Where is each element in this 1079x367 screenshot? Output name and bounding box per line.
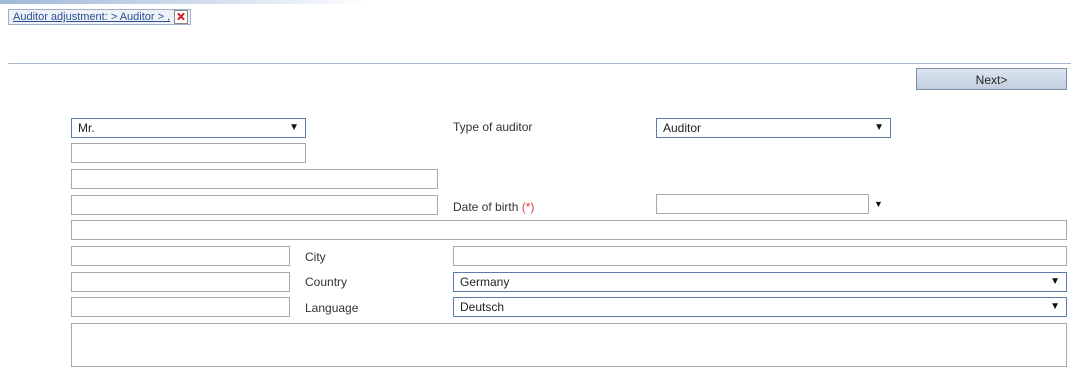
city-label: City [305, 250, 326, 264]
first-name-input[interactable] [71, 143, 306, 163]
chevron-down-icon: ▼ [1050, 276, 1060, 287]
type-of-auditor-value: Auditor [663, 121, 702, 135]
salutation-select[interactable]: Mr. ▼ [71, 118, 306, 138]
close-icon[interactable] [174, 10, 189, 24]
divider [8, 63, 1071, 64]
street-input[interactable] [71, 220, 1067, 240]
date-of-birth-input[interactable] [656, 194, 869, 214]
city-input[interactable] [453, 246, 1067, 266]
phone-input[interactable] [71, 272, 290, 292]
last-name-input[interactable] [71, 169, 438, 189]
chevron-down-icon: ▼ [289, 122, 299, 133]
language-value: Deutsch [460, 300, 505, 314]
next-button[interactable]: Next> [916, 68, 1067, 90]
date-of-birth-label-text: Date of birth [453, 200, 519, 214]
breadcrumb: Auditor adjustment: > Auditor > , [8, 9, 192, 25]
fax-input[interactable] [71, 297, 290, 317]
language-label: Language [305, 301, 359, 315]
country-label: Country [305, 275, 348, 289]
type-of-auditor-select[interactable]: Auditor ▼ [656, 118, 891, 138]
type-of-auditor-label: Type of auditor [453, 120, 533, 134]
country-select[interactable]: Germany ▼ [453, 272, 1067, 292]
comments-textarea[interactable] [71, 323, 1067, 367]
breadcrumb-link[interactable]: Auditor adjustment: > Auditor > , [13, 11, 170, 23]
header-accent-bar [0, 0, 370, 4]
chevron-down-icon: ▼ [874, 122, 884, 133]
postal-code-input[interactable] [71, 246, 290, 266]
chevron-down-icon[interactable]: ▼ [874, 199, 883, 209]
required-marker: (*) [521, 200, 535, 214]
date-of-birth-label: Date of birth (*) [453, 199, 534, 215]
language-select[interactable]: Deutsch ▼ [453, 297, 1067, 317]
name-extension-input[interactable] [71, 195, 438, 215]
salutation-value: Mr. [78, 121, 95, 135]
country-value: Germany [460, 275, 510, 289]
chevron-down-icon: ▼ [1050, 301, 1060, 312]
